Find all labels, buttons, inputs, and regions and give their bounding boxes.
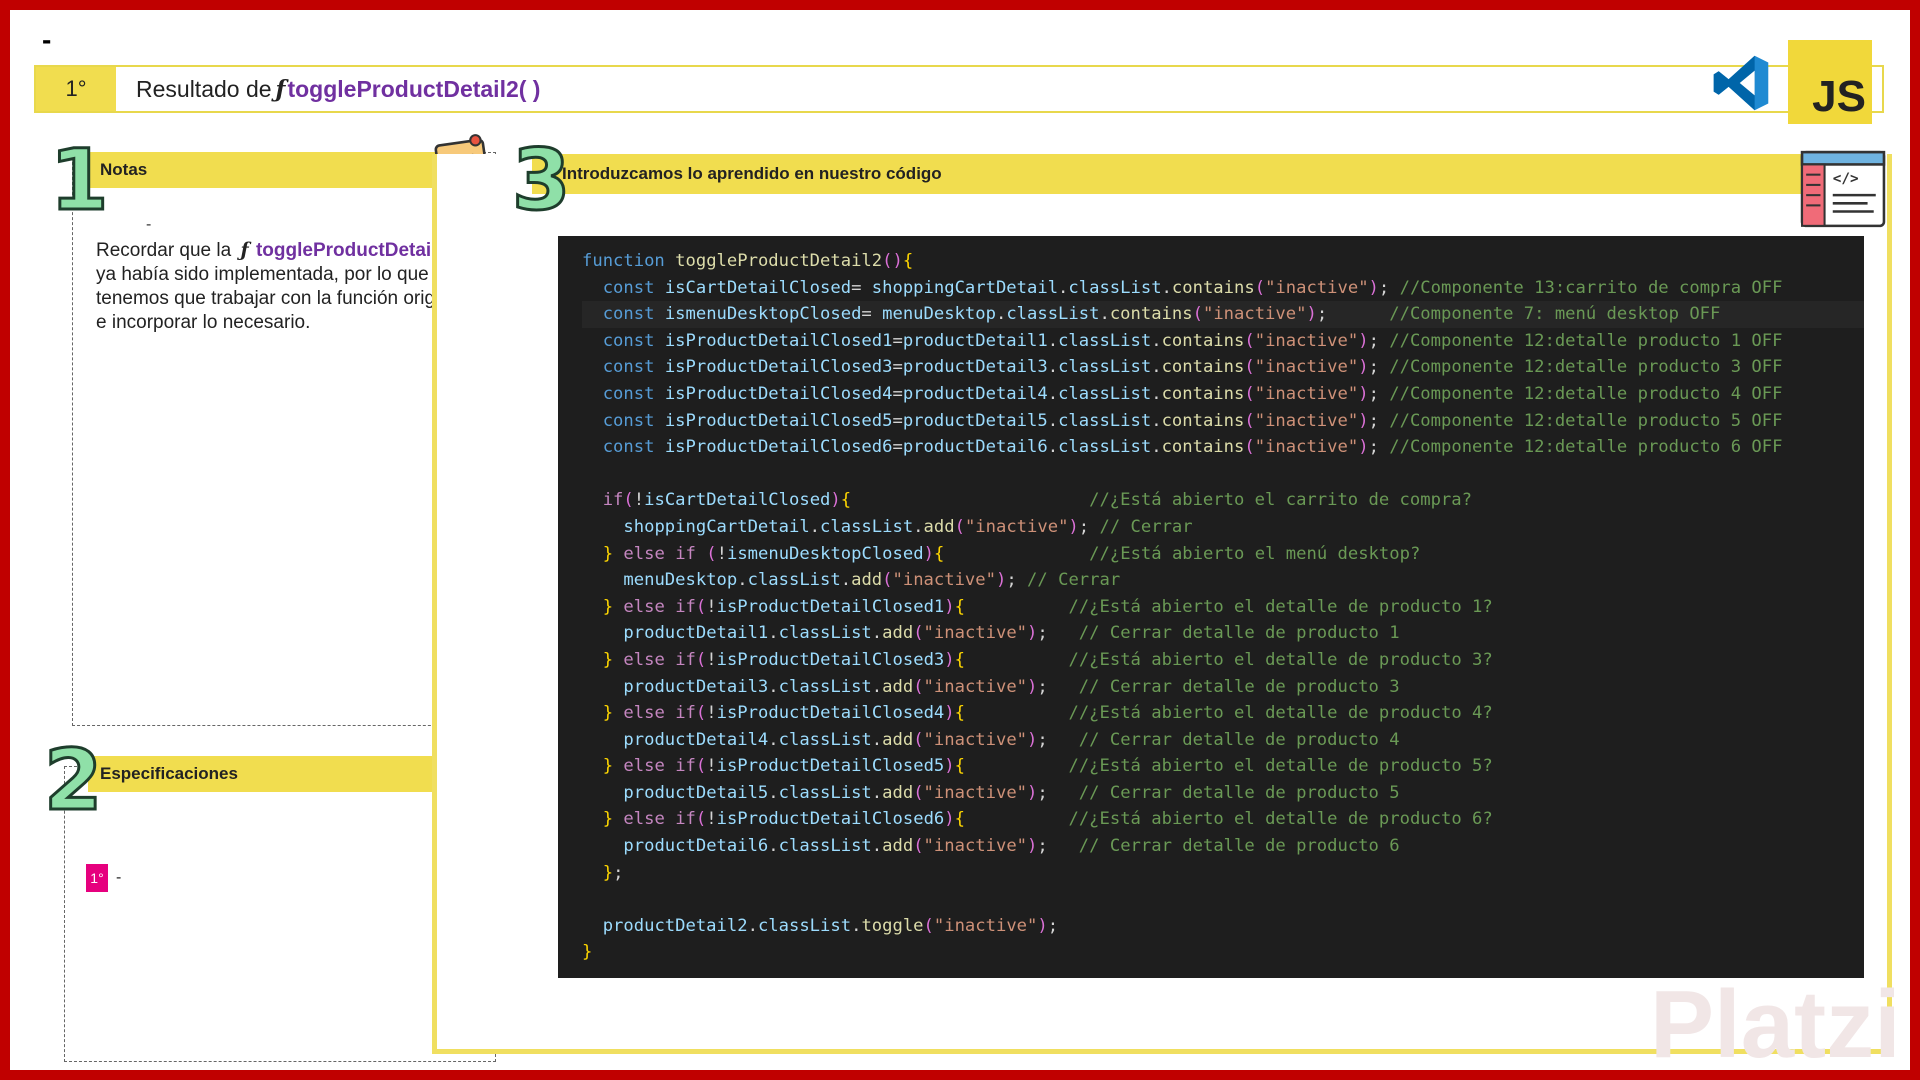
code-line: const isProductDetailClosed6=productDeta… (602, 437, 1783, 458)
code-line: productDetail5.classList.add("inactive")… (623, 782, 1400, 803)
code-line: } else if(!isProductDetailClosed5){ //¿E… (602, 756, 1493, 777)
spec-badge: 1° (86, 864, 108, 892)
svg-text:</>: </> (1833, 171, 1859, 187)
notes-text: Recordar que la ƒ toggleProductDetail2( … (96, 238, 476, 335)
code-line: } else if(!isProductDetailClosed1){ //¿E… (602, 596, 1493, 617)
js-logo: JS (1788, 40, 1872, 124)
notes-body: ya había sido implementada, por lo que t… (96, 264, 465, 333)
notes-dash: - (146, 216, 152, 233)
code-line: shoppingCartDetail.classList.add("inacti… (623, 516, 1193, 537)
code-line: menuDesktop.classList.add("inactive"); /… (623, 570, 1121, 591)
code-line: } else if(!isProductDetailClosed4){ //¿E… (602, 703, 1493, 724)
code-line: const isProductDetailClosed1=productDeta… (602, 330, 1783, 351)
code-line: productDetail6.classList.add("inactive")… (623, 836, 1400, 857)
code-line: productDetail2.classList.toggle("inactiv… (602, 915, 1059, 936)
code-line: productDetail3.classList.add("inactive")… (623, 676, 1400, 697)
code-line: } (582, 942, 593, 963)
specs-number: 2 (42, 731, 103, 829)
code-heading: Introduzcamos lo aprendido en nuestro có… (562, 154, 1822, 194)
function-symbol: ƒ (275, 75, 286, 103)
spec-text: - (116, 869, 122, 886)
notes-prefix: Recordar que la (96, 240, 232, 261)
code-line: } else if (!ismenuDesktopClosed){ //¿Est… (602, 543, 1421, 564)
code-line: const isCartDetailClosed= shoppingCartDe… (602, 277, 1783, 298)
slide: - 1° Resultado de ƒ toggleProductDetail2… (10, 10, 1910, 1070)
vscode-icon (1713, 55, 1769, 111)
header-title: Resultado de ƒ toggleProductDetail2( ) (136, 67, 540, 111)
code-line: const isProductDetailClosed5=productDeta… (602, 410, 1783, 431)
code-line: } else if(!isProductDetailClosed6){ //¿E… (602, 809, 1493, 830)
code-line: productDetail4.classList.add("inactive")… (623, 729, 1400, 750)
header-bar: 1° Resultado de ƒ toggleProductDetail2( … (34, 65, 1884, 113)
code-number: 3 (510, 131, 571, 229)
platzi-watermark: Platzi (1650, 971, 1901, 1070)
notes-function-symbol: ƒ (240, 239, 249, 261)
notes-number: 1 (48, 131, 109, 229)
header-title-prefix: Resultado de (136, 75, 272, 102)
code-line: function toggleProductDetail2(){ (582, 251, 914, 271)
js-logo-text: JS (1812, 72, 1866, 121)
code-line: productDetail1.classList.add("inactive")… (623, 623, 1400, 644)
code-line: const ismenuDesktopClosed= menuDesktop.c… (582, 301, 1864, 328)
code-line: if(!isCartDetailClosed){ //¿Está abierto… (602, 490, 1472, 511)
code-window-icon: </> (1800, 150, 1886, 228)
notes-heading: Notas (88, 152, 448, 188)
specs-heading: Especificaciones (88, 756, 448, 792)
header-function-name: toggleProductDetail2( ) (287, 75, 541, 102)
header-number: 1° (36, 67, 116, 111)
spec-item: 1° - (86, 864, 121, 892)
code-line: const isProductDetailClosed3=productDeta… (602, 357, 1783, 378)
code-editor: function toggleProductDetail2(){ const i… (558, 236, 1864, 978)
code-line: } else if(!isProductDetailClosed3){ //¿E… (602, 649, 1493, 670)
code-line: const isProductDetailClosed4=productDeta… (602, 383, 1783, 404)
code-line: }; (602, 862, 624, 883)
top-dash: - (42, 24, 52, 55)
